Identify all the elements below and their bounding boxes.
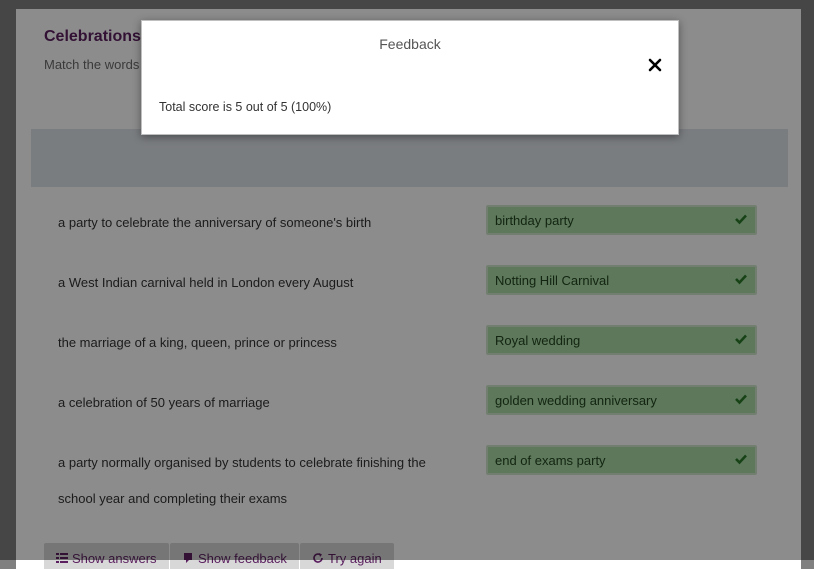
modal-title: Feedback: [379, 36, 441, 52]
score-text: Total score is 5 out of 5 (100%): [159, 100, 332, 114]
feedback-modal: Feedback Total score is 5 out of 5 (100%…: [141, 20, 679, 135]
close-icon[interactable]: [648, 58, 662, 72]
